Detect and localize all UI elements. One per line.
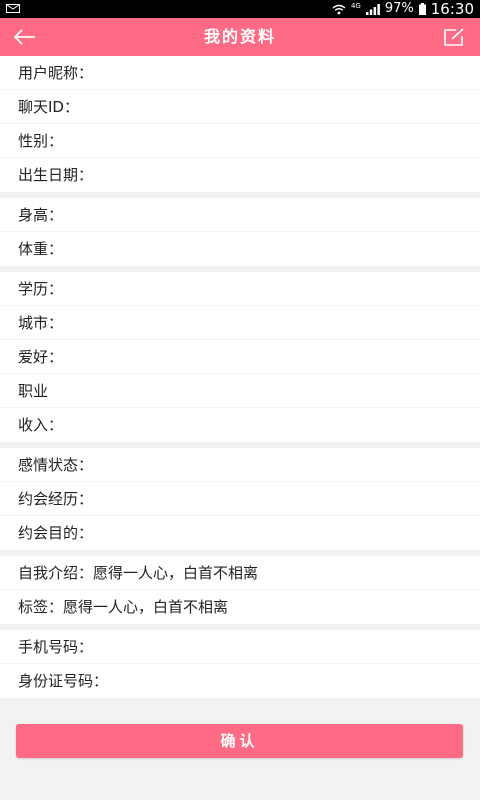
status-bar: 4G 97% 16:30 xyxy=(0,0,480,18)
weight-row[interactable]: 体重： xyxy=(0,232,480,266)
body-info-group: 身高： 体重： xyxy=(0,198,480,266)
id-card-row[interactable]: 身份证号码： xyxy=(0,664,480,698)
chat-id-row[interactable]: 聊天ID： xyxy=(0,90,480,124)
birthdate-row[interactable]: 出生日期： xyxy=(0,158,480,192)
phone-row[interactable]: 手机号码： xyxy=(0,630,480,664)
battery-percent: 97% xyxy=(384,1,414,16)
relationship-status-row[interactable]: 感情状态： xyxy=(0,448,480,482)
basic-info-group: 用户昵称： 聊天ID： 性别： 出生日期： xyxy=(0,56,480,192)
income-row[interactable]: 收入： xyxy=(0,408,480,442)
hobby-row[interactable]: 爱好： xyxy=(0,340,480,374)
tags-row[interactable]: 标签：愿得一人心，白首不相离 xyxy=(0,590,480,624)
height-row[interactable]: 身高： xyxy=(0,198,480,232)
profile-form: 用户昵称： 聊天ID： 性别： 出生日期： 身高： 体重： 学历： 城市： 爱好… xyxy=(0,56,480,704)
page-title: 我的资料 xyxy=(203,27,276,46)
app-bar: 我的资料 xyxy=(0,18,480,56)
contact-info-group: 手机号码： 身份证号码： xyxy=(0,630,480,698)
battery-icon xyxy=(418,3,426,15)
city-row[interactable]: 城市： xyxy=(0,306,480,340)
edit-button[interactable] xyxy=(442,26,466,48)
edit-icon xyxy=(444,28,464,46)
relationship-info-group: 感情状态： 约会经历： 约会目的： xyxy=(0,448,480,550)
background-info-group: 学历： 城市： 爱好： 职业 收入： xyxy=(0,272,480,442)
dating-history-row[interactable]: 约会经历： xyxy=(0,482,480,516)
mail-icon xyxy=(6,4,20,13)
self-intro-row[interactable]: 自我介绍：愿得一人心，白首不相离 xyxy=(0,556,480,590)
signal-icon xyxy=(365,3,380,15)
network-type-label: 4G xyxy=(350,2,361,10)
intro-group: 自我介绍：愿得一人心，白首不相离 标签：愿得一人心，白首不相离 xyxy=(0,556,480,624)
gender-row[interactable]: 性别： xyxy=(0,124,480,158)
status-time: 16:30 xyxy=(430,0,474,18)
education-row[interactable]: 学历： xyxy=(0,272,480,306)
dating-purpose-row[interactable]: 约会目的： xyxy=(0,516,480,550)
nickname-row[interactable]: 用户昵称： xyxy=(0,56,480,90)
confirm-button[interactable]: 确认 xyxy=(16,724,463,758)
occupation-row[interactable]: 职业 xyxy=(0,374,480,408)
wifi-icon xyxy=(332,4,346,14)
status-right-cluster: 4G 97% 16:30 xyxy=(332,0,474,18)
